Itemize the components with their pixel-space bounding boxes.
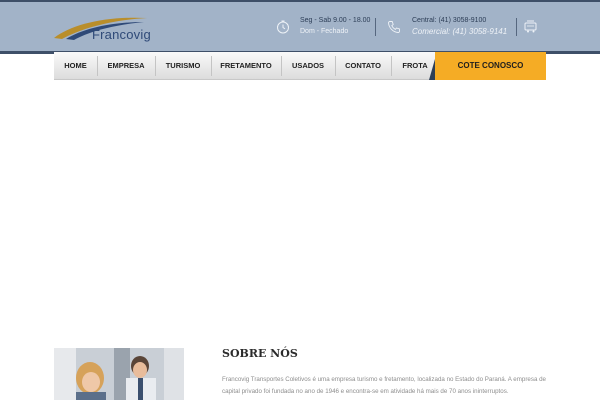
logo[interactable]: Francovig <box>52 12 162 48</box>
nav-home[interactable]: HOME <box>54 52 97 80</box>
about-photo-image <box>54 348 184 400</box>
phone-central[interactable]: Central: (41) 3058-9100 <box>412 15 507 26</box>
header-divider <box>375 18 376 36</box>
about-photo <box>54 348 184 400</box>
opening-hours: Seg - Sab 9.00 - 18.00 Dom - Fechado <box>300 15 370 37</box>
nav-usados[interactable]: USADOS <box>281 52 335 80</box>
header: Francovig Seg - Sab 9.00 - 18.00 Dom - F… <box>0 0 600 54</box>
phone-commercial[interactable]: Comercial: (41) 3058-9141 <box>412 26 507 37</box>
about-title: SOBRE NÓS <box>222 347 298 360</box>
nav-fretamento[interactable]: FRETAMENTO <box>211 52 281 80</box>
about-text: Francovig Transportes Coletivos é uma em… <box>222 376 546 395</box>
hours-weekdays: Seg - Sab 9.00 - 18.00 <box>300 17 371 24</box>
cart-icon[interactable] <box>524 20 538 33</box>
phone-icon <box>388 21 400 33</box>
nav-contato[interactable]: CONTATO <box>335 52 391 80</box>
contact-phones: Central: (41) 3058-9100 Comercial: (41) … <box>412 15 507 37</box>
hours-sunday: Dom - Fechado <box>300 28 349 35</box>
main-navigation: HOME EMPRESA TURISMO FRETAMENTO USADOS C… <box>54 52 546 80</box>
nav-empresa[interactable]: EMPRESA <box>97 52 155 80</box>
logo-text: Francovig <box>92 27 151 42</box>
nav-turismo[interactable]: TURISMO <box>155 52 211 80</box>
clock-icon <box>277 20 289 34</box>
page: Francovig Seg - Sab 9.00 - 18.00 Dom - F… <box>0 0 600 400</box>
cote-conosco-button[interactable]: COTE CONOSCO <box>435 52 546 80</box>
header-divider <box>516 18 517 36</box>
